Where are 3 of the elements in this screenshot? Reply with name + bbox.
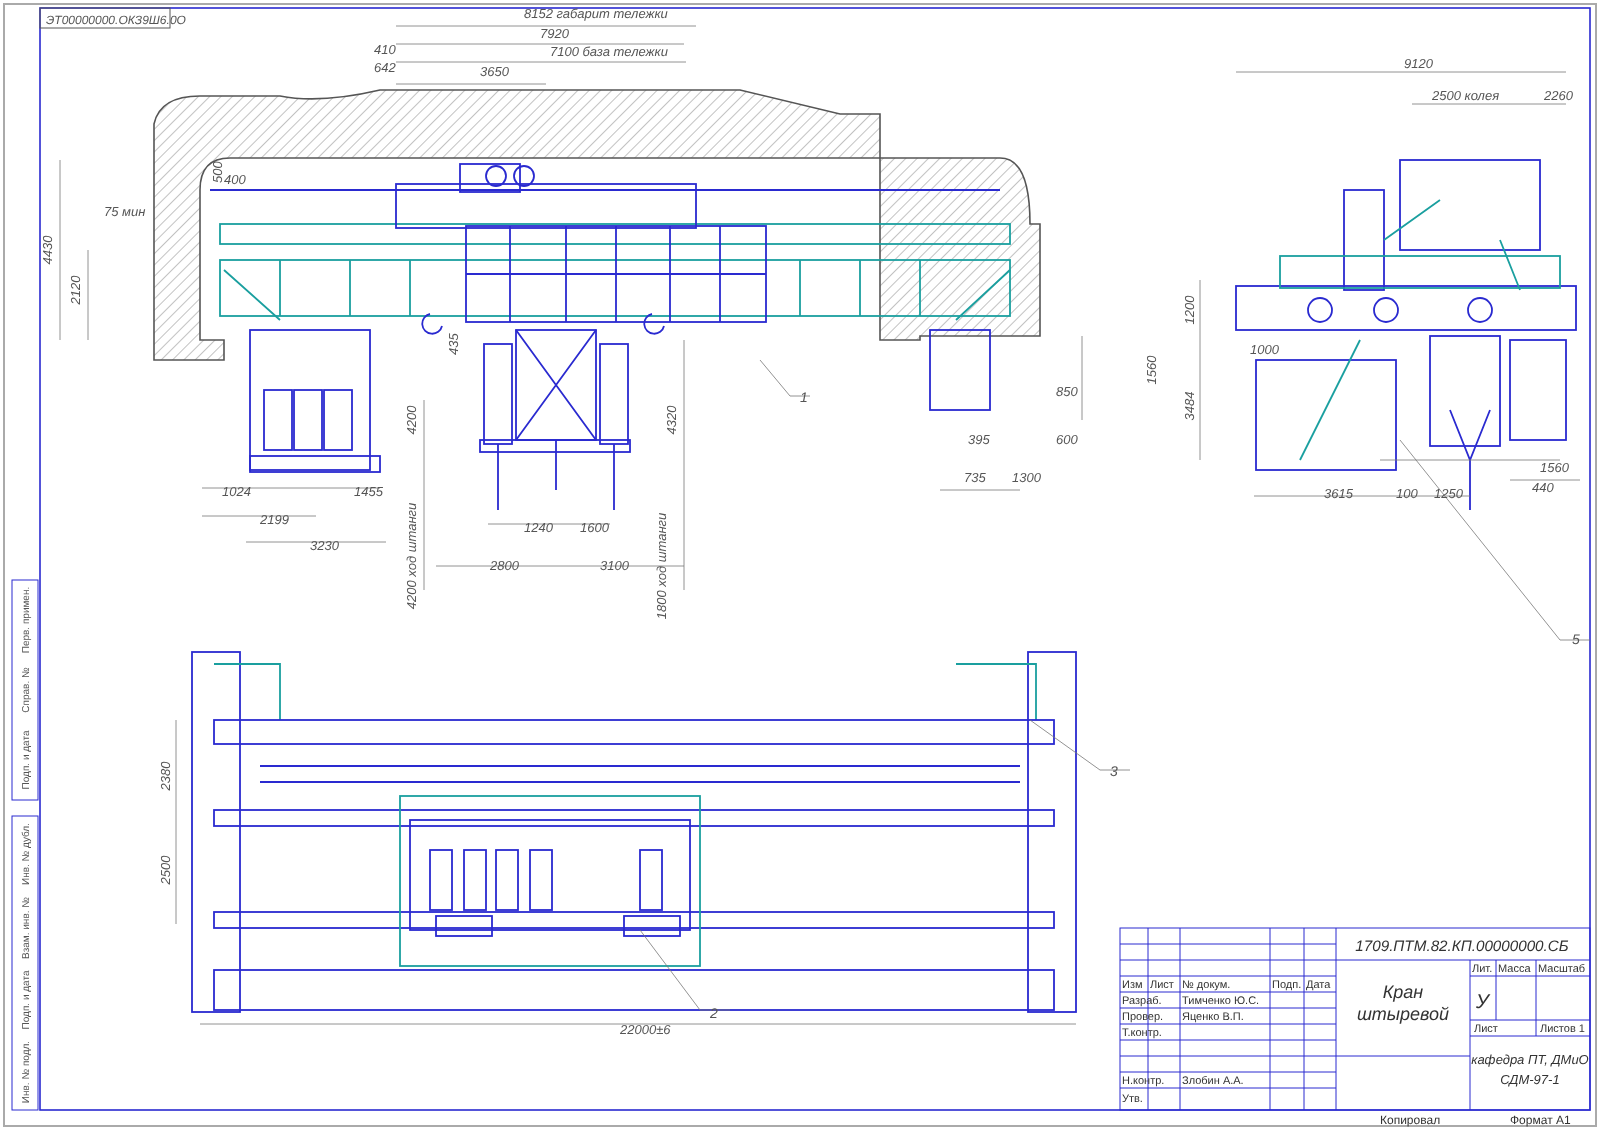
drawing-title: Кран: [1382, 982, 1424, 1002]
letter-mark: У: [1476, 992, 1489, 1014]
drawing-title: штыревой: [1356, 1004, 1450, 1024]
